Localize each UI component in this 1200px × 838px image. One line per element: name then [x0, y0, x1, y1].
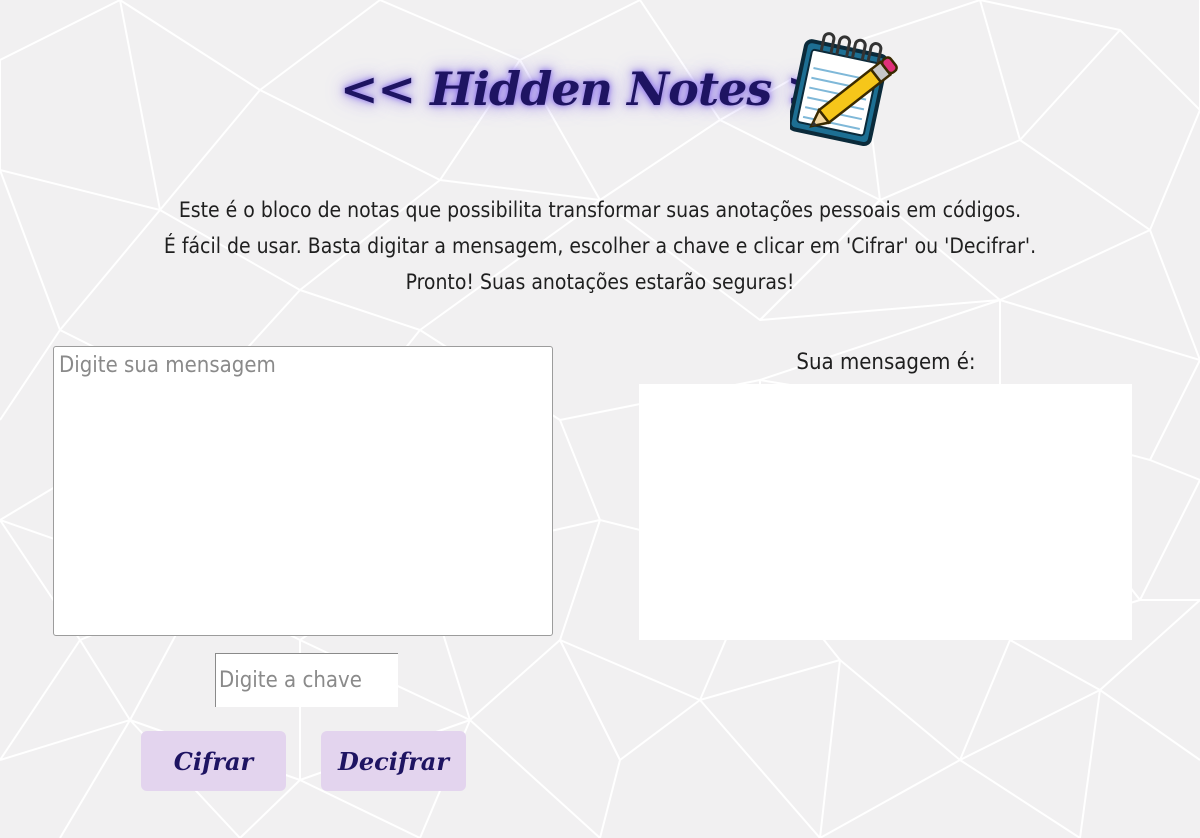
header: << Hidden Notes >> — [0, 22, 1200, 152]
intro-text: Este é o bloco de notas que possibilita … — [0, 192, 1200, 300]
result-label: Sua mensagem é: — [796, 350, 976, 375]
result-output — [639, 384, 1132, 640]
notepad-pencil-icon — [790, 32, 898, 147]
intro-line-2: É fácil de usar. Basta digitar a mensage… — [163, 234, 1037, 258]
intro-line-1: Este é o bloco de notas que possibilita … — [178, 198, 1022, 222]
app-title: << Hidden Notes >> — [340, 62, 862, 116]
decrypt-button[interactable]: Decifrar — [321, 731, 466, 791]
message-input[interactable] — [53, 346, 553, 636]
intro-line-3: Pronto! Suas anotações estarão seguras! — [405, 270, 795, 294]
key-input[interactable] — [215, 653, 398, 707]
encrypt-button[interactable]: Cifrar — [141, 731, 286, 791]
